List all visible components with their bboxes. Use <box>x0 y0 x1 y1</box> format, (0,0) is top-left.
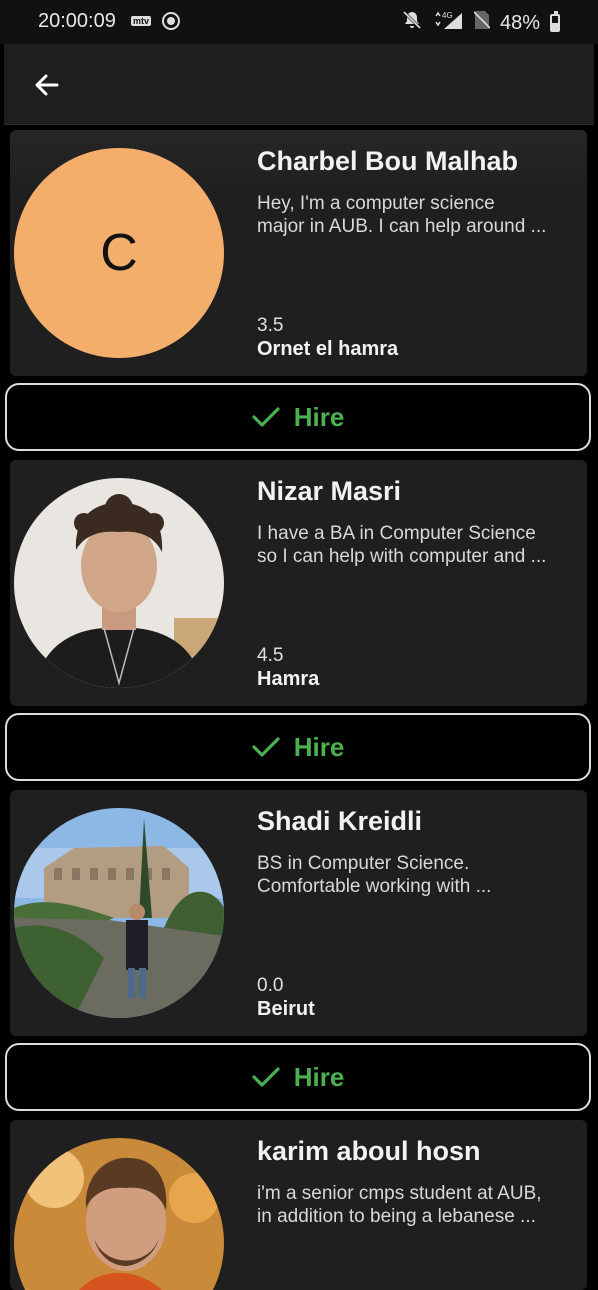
avatar <box>14 1138 224 1290</box>
profile-photo <box>14 1138 224 1290</box>
helper-bio: I have a BA in Computer Science so I can… <box>257 523 547 567</box>
helper-name: karim aboul hosn <box>257 1136 481 1166</box>
hire-button[interactable]: Hire <box>5 383 591 451</box>
record-icon <box>162 12 180 30</box>
check-icon <box>252 1067 280 1087</box>
helper-location: Ornet el hamra <box>257 338 399 360</box>
helper-name: Nizar Masri <box>257 476 402 506</box>
avatar <box>14 478 224 688</box>
signal-icon: 4G <box>432 10 464 36</box>
helper-card[interactable]: karim aboul hosn i'm a senior cmps stude… <box>10 1120 587 1290</box>
helper-card[interactable]: Shadi Kreidli BS in Computer Science. Co… <box>10 790 587 1036</box>
helper-card[interactable]: Nizar Masri I have a BA in Computer Scie… <box>10 460 587 706</box>
status-indicators: 4G 48% <box>402 10 560 36</box>
check-icon <box>252 737 280 757</box>
no-sim-icon <box>473 10 491 36</box>
status-bar: 20:00:09 mtv 4G 48% <box>0 0 598 44</box>
helper-bio: Hey, I'm a computer science major in AUB… <box>257 193 547 237</box>
battery-icon <box>550 11 560 32</box>
helper-name: Shadi Kreidli <box>257 806 423 836</box>
carrier-badge: mtv <box>131 16 152 26</box>
helper-bio: i'm a senior cmps student at AUB, in add… <box>257 1183 542 1227</box>
hire-label: Hire <box>293 731 345 762</box>
helper-card[interactable]: C Charbel Bou Malhab Hey, I'm a computer… <box>10 130 587 376</box>
svg-text:4G: 4G <box>442 11 453 20</box>
hire-button[interactable]: Hire <box>5 1043 591 1111</box>
helper-name: Charbel Bou Malhab <box>257 146 519 176</box>
status-time: 20:00:09 <box>38 10 116 32</box>
hire-label: Hire <box>293 1061 345 1092</box>
check-icon <box>252 407 280 427</box>
helper-location: Hamra <box>257 668 320 690</box>
helper-location: Beirut <box>257 998 315 1020</box>
app-bar <box>4 44 594 125</box>
profile-photo <box>14 808 224 1018</box>
helper-rating: 0.0 <box>257 975 284 996</box>
avatar-letter: C <box>100 224 138 282</box>
avatar: C <box>14 148 224 358</box>
battery-percent: 48% <box>499 11 540 34</box>
profile-photo <box>14 478 224 688</box>
helper-rating: 4.5 <box>257 645 284 666</box>
avatar <box>14 808 224 1018</box>
helper-rating: 3.5 <box>257 315 284 336</box>
back-button[interactable] <box>30 68 64 102</box>
bell-off-icon <box>402 10 422 36</box>
hire-label: Hire <box>293 401 345 432</box>
hire-button[interactable]: Hire <box>5 713 591 781</box>
helper-bio: BS in Computer Science. Comfortable work… <box>257 853 492 897</box>
arrow-left-icon <box>35 74 59 96</box>
